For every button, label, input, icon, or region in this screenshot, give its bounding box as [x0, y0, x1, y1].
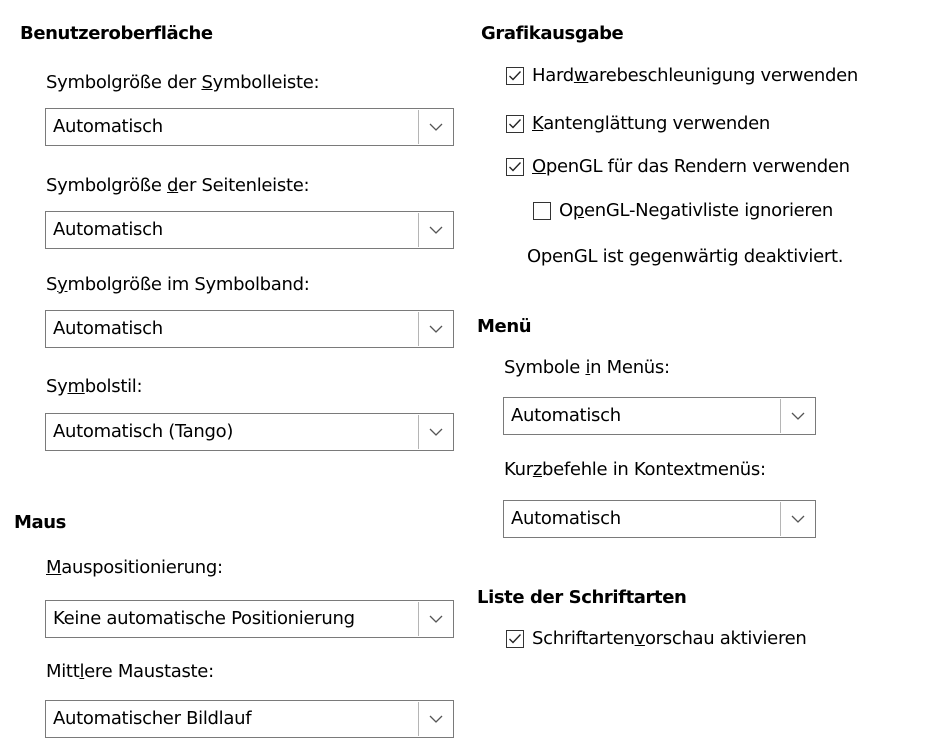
context-shortcuts-label: Kurzbefehle in Kontextmenüs:	[504, 459, 766, 480]
chevron-down-icon[interactable]	[418, 602, 452, 636]
checkbox-icon[interactable]	[506, 114, 524, 133]
opengl-blacklist-checkbox[interactable]: OpenGL-Negativliste ignorieren	[533, 200, 833, 221]
toolbar-icon-size-select[interactable]: Automatisch	[45, 108, 454, 146]
antialias-checkbox[interactable]: Kantenglättung verwenden	[506, 113, 770, 134]
sidebar-icon-size-select[interactable]: Automatisch	[45, 211, 454, 249]
menu-icons-select[interactable]: Automatisch	[503, 397, 816, 435]
middle-button-label: Mittlere Maustaste:	[46, 661, 214, 682]
icon-style-select[interactable]: Automatisch (Tango)	[45, 413, 454, 451]
mouse-positioning-select[interactable]: Keine automatische Positionierung	[45, 600, 454, 638]
mouse-positioning-value: Keine automatische Positionierung	[53, 608, 355, 629]
sidebar-icon-size-value: Automatisch	[53, 219, 163, 240]
toolbar-icon-size-value: Automatisch	[53, 116, 163, 137]
chevron-down-icon[interactable]	[780, 399, 814, 433]
chevron-down-icon[interactable]	[418, 312, 452, 346]
section-title-fonts: Liste der Schriftarten	[477, 587, 687, 608]
context-shortcuts-value: Automatisch	[511, 508, 621, 529]
menu-icons-value: Automatisch	[511, 405, 621, 426]
context-shortcuts-select[interactable]: Automatisch	[503, 500, 816, 538]
font-preview-label: Schriftartenvorschau aktivieren	[532, 628, 807, 649]
sidebar-icon-size-label: Symbolgröße der Seitenleiste:	[46, 175, 310, 196]
font-preview-checkbox[interactable]: Schriftartenvorschau aktivieren	[506, 628, 807, 649]
section-title-graphics: Grafikausgabe	[481, 23, 624, 44]
mouse-positioning-label: Mauspositionierung:	[46, 557, 223, 578]
middle-button-value: Automatischer Bildlauf	[53, 708, 252, 729]
opengl-blacklist-label: OpenGL-Negativliste ignorieren	[559, 200, 834, 221]
icon-style-label: Symbolstil:	[46, 376, 143, 397]
icon-style-value: Automatisch (Tango)	[53, 421, 234, 442]
hw-accel-checkbox[interactable]: Hardwarebeschleunigung verwenden	[506, 65, 858, 86]
checkbox-icon[interactable]	[506, 629, 524, 648]
opengl-checkbox[interactable]: OpenGL für das Rendern verwenden	[506, 156, 850, 177]
section-title-ui: Benutzeroberfläche	[20, 23, 213, 44]
checkbox-icon[interactable]	[533, 201, 551, 220]
toolbar-icon-size-label: Symbolgröße der Symbolleiste:	[46, 72, 320, 93]
chevron-down-icon[interactable]	[418, 415, 452, 449]
checkbox-icon[interactable]	[506, 157, 524, 176]
antialias-label: Kantenglättung verwenden	[532, 113, 771, 134]
notebookbar-icon-size-label: Symbolgröße im Symbolband:	[46, 274, 310, 295]
chevron-down-icon[interactable]	[418, 213, 452, 247]
section-title-menu: Menü	[477, 316, 532, 337]
hw-accel-label: Hardwarebeschleunigung verwenden	[532, 65, 859, 86]
notebookbar-icon-size-value: Automatisch	[53, 318, 163, 339]
checkbox-icon[interactable]	[506, 66, 524, 85]
middle-button-select[interactable]: Automatischer Bildlauf	[45, 700, 454, 738]
opengl-status-text: OpenGL ist gegenwärtig deaktiviert.	[527, 246, 844, 267]
menu-icons-label: Symbole in Menüs:	[504, 357, 670, 378]
section-title-mouse: Maus	[14, 512, 66, 533]
notebookbar-icon-size-select[interactable]: Automatisch	[45, 310, 454, 348]
opengl-label: OpenGL für das Rendern verwenden	[532, 156, 850, 177]
chevron-down-icon[interactable]	[418, 110, 452, 144]
chevron-down-icon[interactable]	[418, 702, 452, 736]
chevron-down-icon[interactable]	[780, 502, 814, 536]
